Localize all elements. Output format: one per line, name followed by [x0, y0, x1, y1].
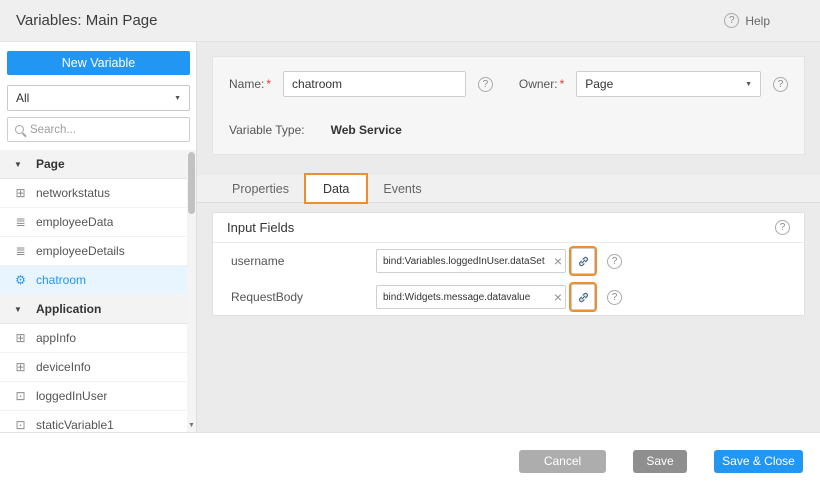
tab-properties[interactable]: Properties: [215, 175, 306, 202]
search-icon: [15, 125, 24, 134]
filter-value: All: [16, 91, 29, 105]
tab-events[interactable]: Events: [366, 175, 438, 202]
link-icon: [577, 291, 590, 304]
page-title: Variables: Main Page: [16, 12, 157, 29]
bind-expression-field: ×: [376, 285, 566, 309]
help-icon: ?: [724, 13, 739, 28]
required-asterisk: *: [560, 77, 565, 91]
tree-item-employeeData[interactable]: ≣ employeeData: [0, 208, 196, 237]
tree-item-appInfo[interactable]: ⊞ appInfo: [0, 324, 196, 353]
service-variable-icon: ⚙: [14, 273, 27, 287]
cancel-button[interactable]: Cancel: [519, 450, 606, 473]
tree-group-label: Application: [36, 302, 101, 316]
data-variable-icon: ≣: [14, 215, 27, 229]
tree-group-page[interactable]: ▼ Page: [0, 150, 196, 179]
variable-name: networkstatus: [36, 186, 110, 200]
variable-name: appInfo: [36, 331, 76, 345]
owner-help-icon[interactable]: ?: [773, 77, 788, 92]
device-variable-icon: ⊞: [14, 186, 27, 200]
bind-expression-input[interactable]: [377, 256, 545, 267]
name-help-icon[interactable]: ?: [478, 77, 493, 92]
data-variable-icon: ≣: [14, 244, 27, 258]
field-help-icon[interactable]: ?: [607, 254, 622, 269]
variable-type-value: Web Service: [331, 123, 402, 137]
dialog-footer: Cancel Save Save & Close: [0, 432, 820, 489]
tree-item-networkstatus[interactable]: ⊞ networkstatus: [0, 179, 196, 208]
variable-name-input[interactable]: [283, 71, 466, 97]
variable-name: employeeDetails: [36, 244, 125, 258]
save-button[interactable]: Save: [633, 450, 687, 473]
variable-name: loggedInUser: [36, 389, 107, 403]
input-fields-title: Input Fields: [227, 220, 294, 235]
name-label: Name:: [229, 77, 264, 91]
tree-item-employeeDetails[interactable]: ≣ employeeDetails: [0, 237, 196, 266]
help-link[interactable]: ? Help: [724, 13, 770, 28]
clear-icon[interactable]: ×: [554, 290, 562, 304]
device-variable-icon: ⊞: [14, 360, 27, 374]
collapse-caret-icon: ▼: [14, 305, 27, 314]
field-label: RequestBody: [231, 290, 376, 304]
bind-link-button[interactable]: [571, 284, 595, 310]
required-asterisk: *: [266, 77, 271, 91]
device-variable-icon: ⊞: [14, 331, 27, 345]
dialog-header: Variables: Main Page ? Help: [0, 0, 820, 42]
bind-link-button[interactable]: [571, 248, 595, 274]
variable-tree: ▼ Page ⊞ networkstatus ≣ employeeData ≣ …: [0, 150, 196, 432]
field-help-icon[interactable]: ?: [607, 290, 622, 305]
tree-group-label: Page: [36, 157, 65, 171]
chevron-down-icon: ▼: [174, 95, 181, 102]
link-icon: [577, 255, 590, 268]
field-label: username: [231, 254, 376, 268]
variable-name: employeeData: [36, 215, 113, 229]
scrollbar-thumb[interactable]: [188, 152, 195, 214]
tree-item-deviceInfo[interactable]: ⊞ deviceInfo: [0, 353, 196, 382]
tab-data-active[interactable]: Data: [306, 175, 366, 202]
input-field-row-requestbody: RequestBody × ?: [213, 279, 804, 315]
tree-item-chatroom-selected[interactable]: ⚙ chatroom: [0, 266, 196, 295]
save-and-close-button[interactable]: Save & Close: [714, 450, 803, 473]
static-variable-icon: ⊡: [14, 418, 27, 432]
chevron-down-icon: ▼: [745, 81, 752, 88]
input-fields-panel: Input Fields ? username × ? RequestBody …: [212, 212, 805, 316]
tree-group-application[interactable]: ▼ Application: [0, 295, 196, 324]
owner-dropdown[interactable]: Page ▼: [576, 71, 761, 97]
input-field-row-username: username × ?: [213, 243, 804, 279]
scrollbar-down-arrow-icon[interactable]: ▼: [187, 420, 196, 432]
variables-sidebar: New Variable All ▼ ▼ Page ⊞ networkstatu…: [0, 42, 197, 432]
tree-item-loggedInUser[interactable]: ⊡ loggedInUser: [0, 382, 196, 411]
search-input[interactable]: [30, 124, 182, 136]
clear-icon[interactable]: ×: [554, 254, 562, 268]
bind-expression-input[interactable]: [377, 292, 545, 303]
collapse-caret-icon: ▼: [14, 160, 27, 169]
new-variable-button[interactable]: New Variable: [7, 51, 190, 75]
static-variable-icon: ⊡: [14, 389, 27, 403]
variable-name: staticVariable1: [36, 418, 114, 432]
tree-item-staticVariable1[interactable]: ⊡ staticVariable1: [0, 411, 196, 432]
owner-label: Owner:: [519, 77, 558, 91]
tab-bar: Properties Data Events: [197, 175, 820, 203]
variable-filter-dropdown[interactable]: All ▼: [7, 85, 190, 111]
owner-value: Page: [585, 77, 613, 91]
variable-type-label: Variable Type:: [229, 123, 305, 137]
tree-scrollbar[interactable]: ▼: [187, 150, 196, 432]
input-fields-help-icon[interactable]: ?: [775, 220, 790, 235]
variable-summary-card: Name: * ? Owner: * Page ▼ ? Variable Typ…: [212, 56, 805, 155]
variable-name: deviceInfo: [36, 360, 91, 374]
search-box: [7, 117, 190, 142]
variable-name: chatroom: [36, 273, 86, 287]
help-label: Help: [745, 14, 770, 28]
bind-expression-field: ×: [376, 249, 566, 273]
